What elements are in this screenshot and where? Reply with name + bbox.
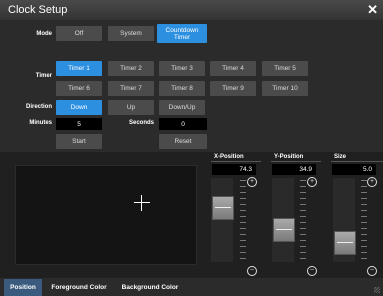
x-position-value[interactable]: 74.3 bbox=[212, 164, 256, 175]
timer-9-button[interactable]: Timer 9 bbox=[210, 81, 256, 96]
timer-7-button[interactable]: Timer 7 bbox=[108, 81, 154, 96]
mode-system-button[interactable]: System bbox=[108, 26, 154, 41]
mode-label: Mode bbox=[36, 31, 52, 37]
crosshair-icon bbox=[134, 202, 150, 203]
y-position-label: Y-Position bbox=[274, 154, 304, 160]
size-decrement-icon[interactable]: − bbox=[367, 266, 377, 276]
y-position-ticks bbox=[300, 180, 306, 260]
x-position-divider bbox=[211, 161, 261, 162]
direction-downup-button[interactable]: Down/Up bbox=[159, 100, 205, 115]
start-button[interactable]: Start bbox=[56, 134, 102, 149]
seconds-label: Seconds bbox=[128, 120, 154, 126]
seconds-input[interactable]: 0 bbox=[159, 118, 207, 130]
window-title: Clock Setup bbox=[8, 4, 68, 16]
y-position-value[interactable]: 34.9 bbox=[272, 164, 316, 175]
timer-5-button[interactable]: Timer 5 bbox=[262, 61, 308, 76]
x-position-label: X-Position bbox=[214, 154, 244, 160]
tab-position[interactable]: Position bbox=[4, 279, 42, 296]
size-label: Size bbox=[334, 154, 347, 160]
size-increment-icon[interactable]: + bbox=[367, 177, 377, 187]
minutes-label: Minutes bbox=[29, 120, 52, 126]
size-slider-knob[interactable] bbox=[334, 230, 356, 255]
y-position-slider-knob[interactable] bbox=[273, 218, 295, 243]
mode-countdown-timer-button[interactable]: Countdown Timer bbox=[157, 24, 207, 43]
x-position-slider-knob[interactable] bbox=[212, 196, 234, 220]
size-divider bbox=[331, 161, 383, 162]
direction-down-button[interactable]: Down bbox=[56, 100, 102, 115]
timer-8-button[interactable]: Timer 8 bbox=[159, 81, 205, 96]
tab-foreground-color[interactable]: Foreground Color bbox=[46, 279, 112, 296]
timer-label: Timer bbox=[35, 73, 52, 79]
timer-4-button[interactable]: Timer 4 bbox=[210, 61, 256, 76]
timer-10-button[interactable]: Timer 10 bbox=[262, 81, 308, 96]
reset-button[interactable]: Reset bbox=[159, 134, 207, 149]
size-ticks bbox=[361, 180, 367, 260]
position-preview[interactable] bbox=[15, 165, 197, 265]
y-position-increment-icon[interactable]: + bbox=[307, 177, 317, 187]
direction-up-button[interactable]: Up bbox=[108, 100, 154, 115]
x-position-increment-icon[interactable]: + bbox=[247, 177, 257, 187]
timer-6-button[interactable]: Timer 6 bbox=[56, 81, 102, 96]
timer-3-button[interactable]: Timer 3 bbox=[159, 61, 205, 76]
timer-2-button[interactable]: Timer 2 bbox=[108, 61, 154, 76]
resize-grip-icon[interactable] bbox=[374, 287, 380, 293]
size-value[interactable]: 5.0 bbox=[332, 164, 376, 175]
direction-label: Direction bbox=[25, 104, 52, 110]
crosshair-icon-vertical bbox=[141, 195, 142, 211]
x-position-slider-track[interactable] bbox=[211, 178, 233, 262]
tab-background-color[interactable]: Background Color bbox=[116, 279, 184, 296]
x-position-decrement-icon[interactable]: − bbox=[247, 266, 257, 276]
mode-off-button[interactable]: Off bbox=[56, 26, 102, 41]
x-position-ticks bbox=[240, 180, 246, 260]
y-position-decrement-icon[interactable]: − bbox=[307, 266, 317, 276]
y-position-divider bbox=[271, 161, 321, 162]
close-icon[interactable]: ✕ bbox=[367, 2, 378, 18]
minutes-input[interactable]: 5 bbox=[56, 118, 102, 130]
timer-1-button[interactable]: Timer 1 bbox=[56, 61, 102, 76]
